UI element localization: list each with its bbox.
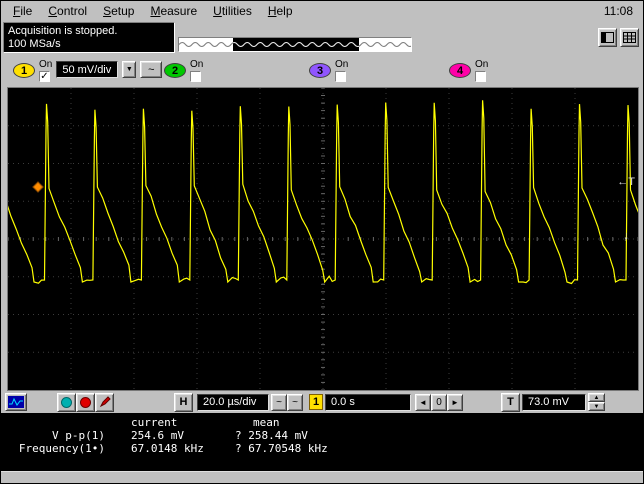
channel-2-on-checkbox[interactable] <box>190 71 201 82</box>
measurement-header-current: current <box>131 416 178 429</box>
measurement-row-vpp: V p-p(1) 254.6 mV ? 258.44 mV <box>1 429 643 442</box>
channel-4-on-label: On <box>475 59 489 70</box>
channel-1-on-label: On <box>39 59 53 70</box>
control-bar: H 20.0 µs/div ~ ~ 1 0.0 s ◄ 0 ► T 73.0 m… <box>1 391 643 413</box>
channel-4-on-checkbox[interactable] <box>475 71 486 82</box>
channel-1-scale-dropdown-button[interactable]: ▼ <box>122 61 137 78</box>
channel-1-badge[interactable]: 1 <box>13 63 35 78</box>
measurement-header-mean: mean <box>253 416 280 429</box>
channel-4-on-stack: On <box>475 59 488 82</box>
teal-marker-icon <box>61 396 72 408</box>
spin-down-button[interactable]: ▼ <box>588 402 605 411</box>
acquisition-memory-bar[interactable] <box>178 37 412 52</box>
measurement-current-value: 67.0148 kHz <box>131 442 204 455</box>
oscilloscope-window: File Control Setup Measure Utilities Hel… <box>0 0 644 484</box>
annotate-button[interactable] <box>95 392 114 412</box>
channel-3-controls: 3 On <box>309 59 348 82</box>
trigger-setup-button[interactable]: T <box>501 392 520 412</box>
menu-file[interactable]: File <box>5 2 40 20</box>
channel-3-badge[interactable]: 3 <box>309 63 331 78</box>
acquisition-status-panel: Acquisition is stopped. 100 MSa/s <box>3 22 175 53</box>
channel-4-badge[interactable]: 4 <box>449 63 471 78</box>
check-icon: ✓ <box>40 71 49 82</box>
menu-control[interactable]: Control <box>40 2 95 20</box>
clock: 11:08 <box>603 4 633 18</box>
pencil-icon <box>99 396 111 408</box>
channel-3-on-stack: On <box>335 59 348 82</box>
display-settings-button[interactable] <box>5 393 27 411</box>
horizontal-zoom-in-button[interactable]: ~ <box>287 393 303 411</box>
trigger-time-marker[interactable]: ←T <box>617 176 635 188</box>
channel-2-on-stack: On <box>190 59 203 82</box>
menu-measure[interactable]: Measure <box>142 2 205 20</box>
channel-bar: 1 On ✓ 50 mV/div ▼ ~ 2 On 3 On 4 On <box>1 55 643 87</box>
keypad-button[interactable] <box>620 28 639 47</box>
position-right-button[interactable]: ► <box>447 393 463 411</box>
channel-3-on-checkbox[interactable] <box>335 71 346 82</box>
keypad-icon <box>623 32 636 43</box>
horizontal-scale-field[interactable]: 20.0 µs/div <box>197 393 269 411</box>
trigger-level-field[interactable]: 73.0 mV <box>522 393 586 411</box>
red-marker-icon <box>80 396 91 408</box>
position-left-button[interactable]: ◄ <box>415 393 431 411</box>
measurement-mean-value: ? 67.70548 kHz <box>235 442 328 455</box>
measurement-name: Frequency(1•) <box>18 442 105 455</box>
position-zero-button[interactable]: 0 <box>431 393 447 411</box>
waveform-display: ←T ↓ <box>7 87 639 391</box>
channel-2-on-label: On <box>190 59 204 70</box>
waveform-plot <box>8 88 638 390</box>
acquisition-state-text: Acquisition is stopped. <box>8 25 118 37</box>
measurement-current-value: 254.6 mV <box>131 429 184 442</box>
memory-waveform-icon <box>179 38 411 51</box>
horizontal-position-field[interactable]: 0.0 s <box>325 393 411 411</box>
marker-b-button[interactable] <box>76 392 95 412</box>
menu-setup[interactable]: Setup <box>95 2 142 20</box>
horizontal-zoom-out-button[interactable]: ~ <box>271 393 287 411</box>
scope-screen-icon <box>8 396 24 408</box>
ground-reference-marker[interactable]: ↓ <box>624 230 630 242</box>
spin-down-icon: ▼ <box>593 403 600 410</box>
channel-4-controls: 4 On <box>449 59 488 82</box>
bottom-strip <box>1 471 643 483</box>
channel-1-on-checkbox[interactable]: ✓ <box>39 71 50 82</box>
measurement-header-row: current mean <box>1 416 643 429</box>
measurement-panel: current mean V p-p(1) 254.6 mV ? 258.44 … <box>1 413 643 471</box>
channel-1-on-stack: On ✓ <box>39 59 52 82</box>
chevron-down-icon: ▼ <box>125 66 133 73</box>
channel-1-coupling-button[interactable]: ~ <box>140 61 163 78</box>
measurement-mean-value: ? 258.44 mV <box>235 429 308 442</box>
window-icon <box>601 32 614 43</box>
measurement-row-frequency: Frequency(1•) 67.0148 kHz ? 67.70548 kHz <box>1 442 643 455</box>
measurement-header-spacer <box>1 416 105 429</box>
display-window-button[interactable] <box>598 28 617 47</box>
sample-rate-text: 100 MSa/s <box>8 38 61 50</box>
channel-3-on-label: On <box>335 59 349 70</box>
channel-1-scale-field[interactable]: 50 mV/div <box>56 61 119 78</box>
channel-2-badge[interactable]: 2 <box>164 63 186 78</box>
channel-1-controls: 1 On ✓ 50 mV/div ▼ ~ <box>13 59 163 82</box>
trigger-source-badge[interactable]: 1 <box>309 394 323 410</box>
status-bar: Acquisition is stopped. 100 MSa/s <box>1 21 643 55</box>
menu-help[interactable]: Help <box>260 2 301 20</box>
trigger-level-spinner: ▲ ▼ <box>588 393 605 411</box>
horizontal-setup-button[interactable]: H <box>174 392 193 412</box>
menu-utilities[interactable]: Utilities <box>205 2 260 20</box>
marker-a-button[interactable] <box>57 392 76 412</box>
spin-up-icon: ▲ <box>593 394 600 401</box>
spin-up-button[interactable]: ▲ <box>588 393 605 402</box>
menu-bar: File Control Setup Measure Utilities Hel… <box>1 1 643 21</box>
measurement-name: V p-p(1) <box>52 429 105 442</box>
status-buttons <box>598 28 639 47</box>
channel-2-controls: 2 On <box>164 59 203 82</box>
